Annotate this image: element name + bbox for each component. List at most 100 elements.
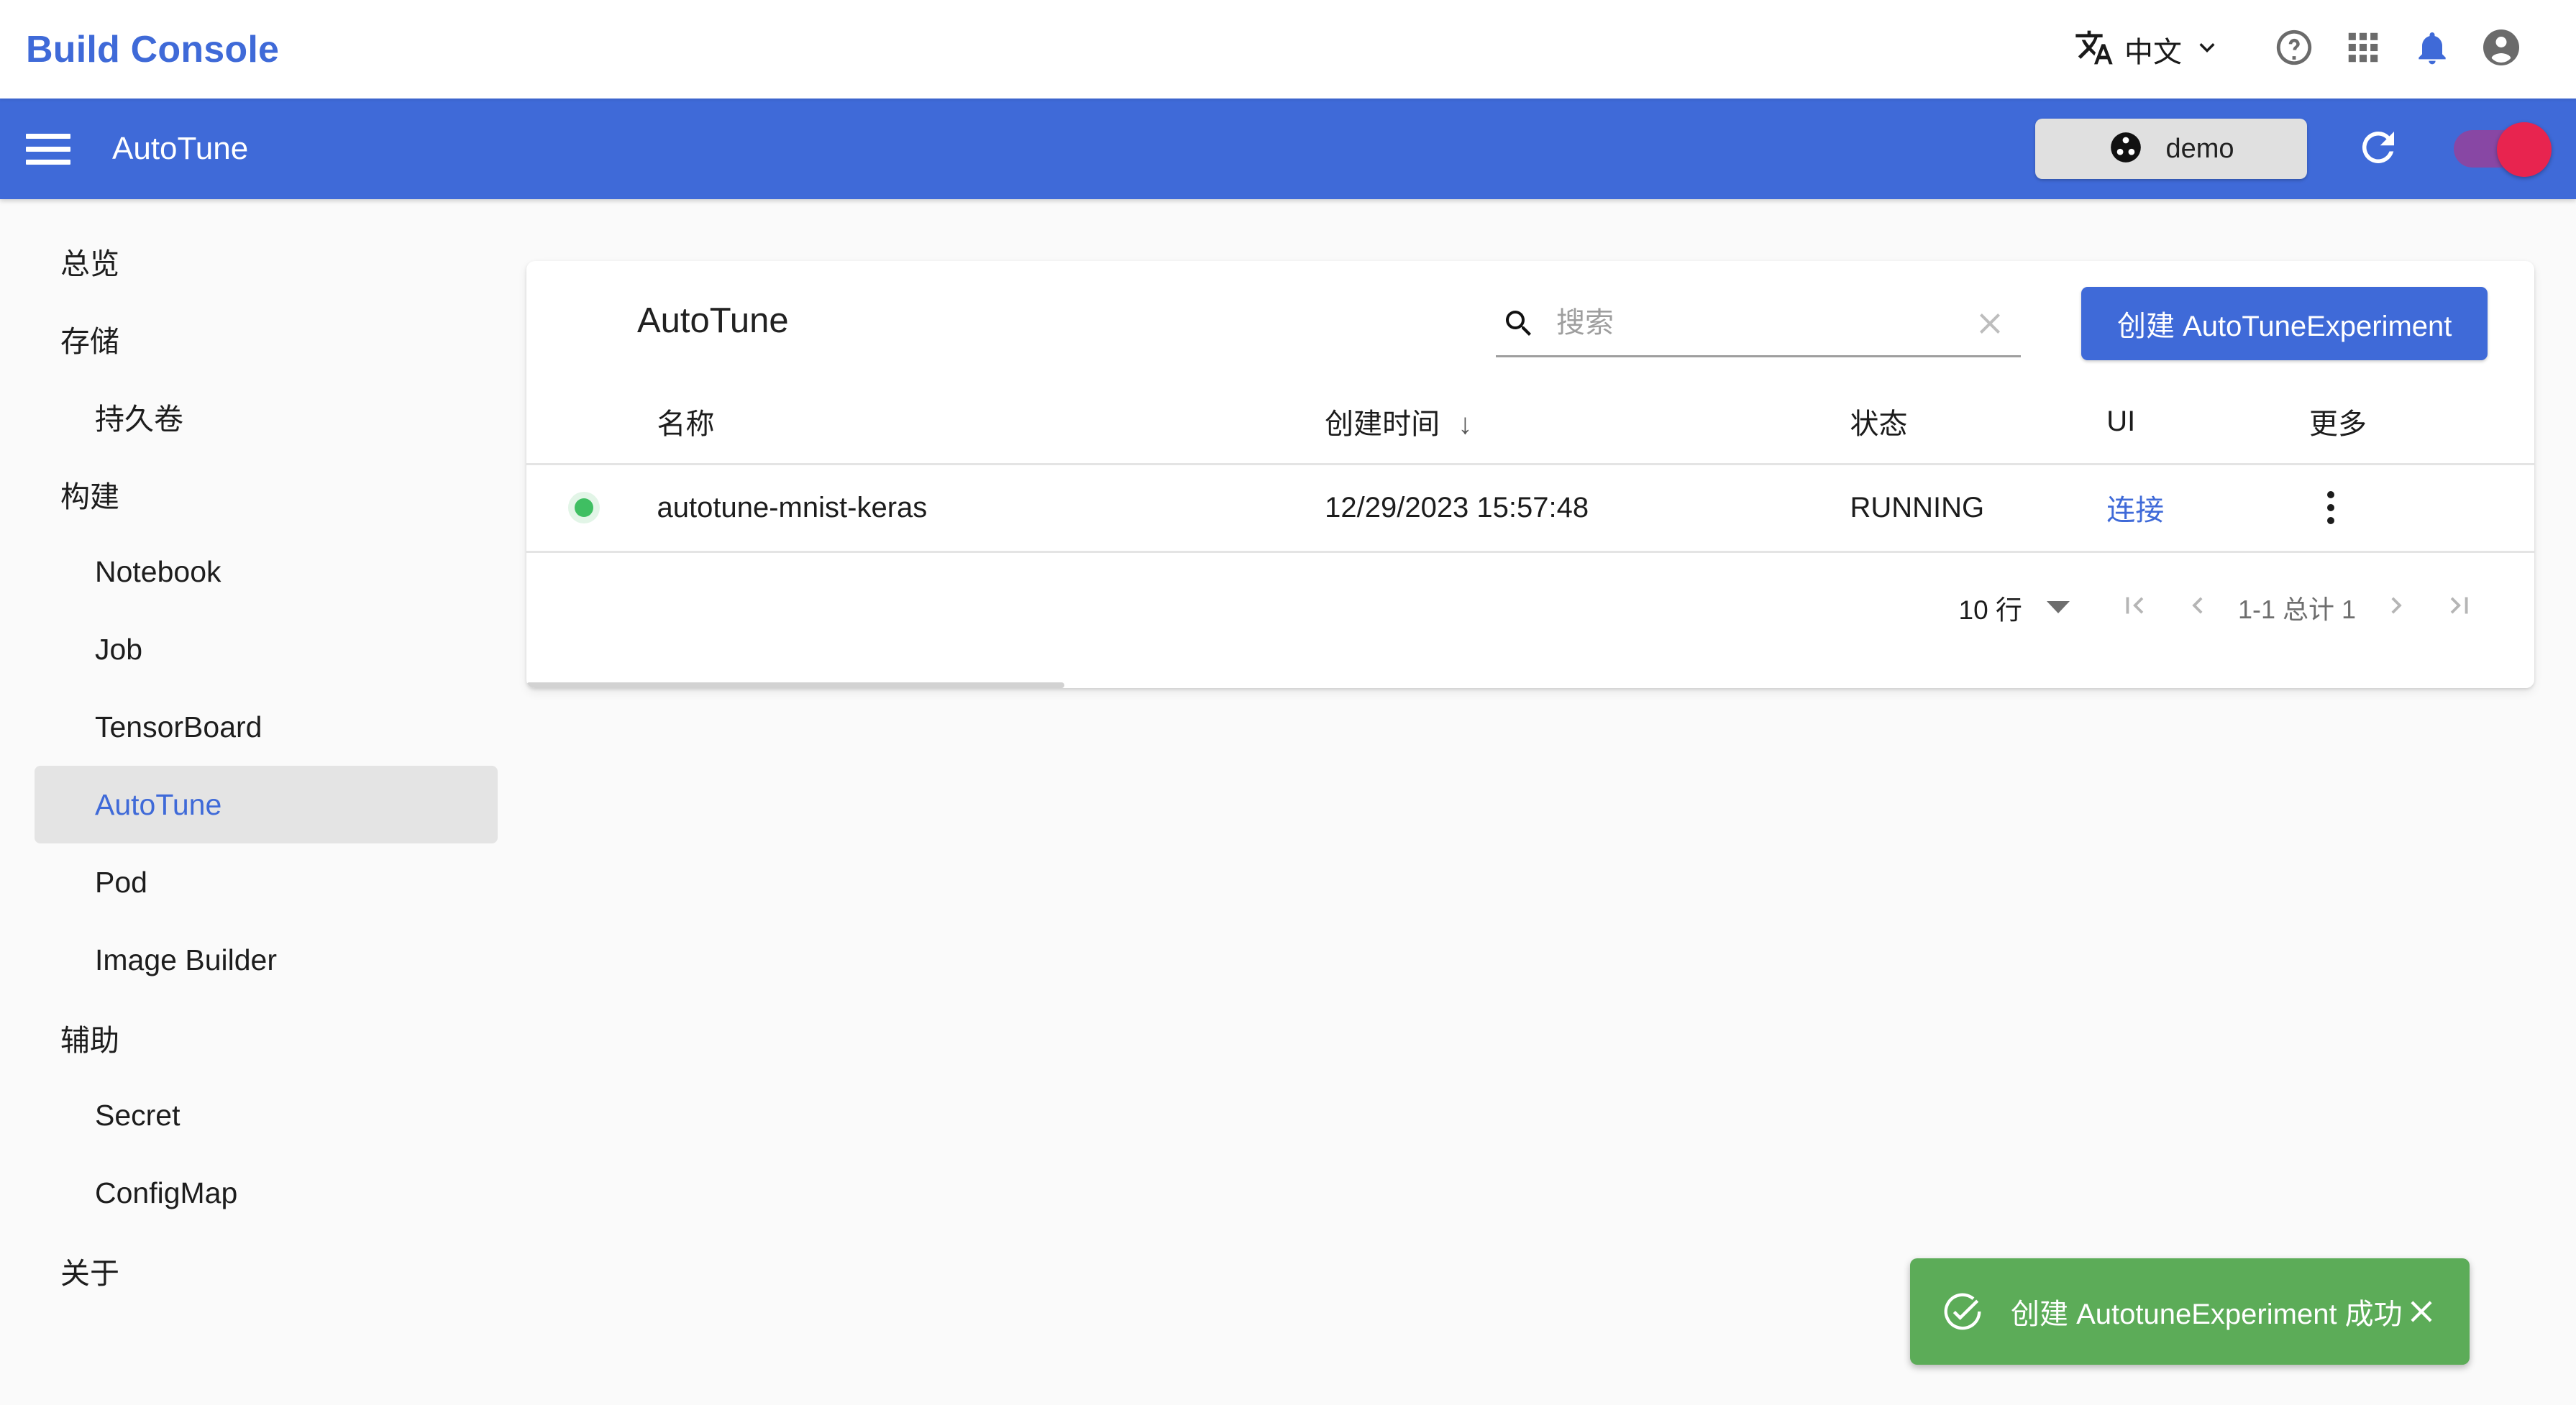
more-dot [2326,517,2334,524]
row-created: 12/29/2023 15:57:48 [1325,464,1850,553]
column-header-state[interactable]: 状态 [1850,380,2107,465]
row-state: RUNNING [1850,464,2107,553]
column-header-created[interactable]: 创建时间 ↓ [1325,380,1850,465]
status-healthy-icon [568,492,600,523]
sidebar-item-持久卷[interactable]: 持久卷 [0,377,526,455]
refresh-button[interactable] [2347,118,2409,180]
sidebar-item-关于[interactable]: 关于 [0,1232,526,1309]
sidebar-item-总览[interactable]: 总览 [0,222,526,300]
more-vert-icon[interactable] [2309,491,2352,524]
header-actions: 中文 [2074,15,2536,84]
sidebar-item-job[interactable]: Job [0,610,526,688]
language-selector[interactable]: 中文 [2074,27,2222,71]
translate-icon [2074,27,2114,71]
connect-link[interactable]: 连接 [2106,495,2164,526]
bell-icon [2412,27,2452,71]
help-button[interactable] [2260,15,2329,84]
sidebar-item-label: 总览 [60,247,119,280]
check-circle-icon [1940,1289,1985,1334]
sidebar-item-autotune[interactable]: AutoTune [35,766,498,843]
sidebar-item-label: 辅助 [60,1024,119,1057]
column-header-more: 更多 [2308,380,2534,465]
namespace-icon [2108,129,2144,169]
card-header: AutoTune 创建 AutoTuneExperiment [526,261,2534,380]
chevron-left-icon [2181,589,2214,626]
hamburger-bar [26,146,70,152]
first-page-button[interactable] [2103,576,2166,639]
chevron-right-icon [2380,589,2413,626]
close-icon[interactable] [1968,301,2012,346]
help-circle-icon [2273,27,2315,72]
table-paginator: 10 行 1-1 总计 1 [526,553,2534,662]
sidebar-item-image-builder[interactable]: Image Builder [0,921,526,999]
table-body: autotune-mnist-keras 12/29/2023 15:57:48… [526,464,2534,553]
sidebar-item-label: 存储 [60,325,119,358]
more-dot [2326,491,2334,498]
prev-page-button[interactable] [2166,576,2229,639]
notifications-button[interactable] [2398,15,2467,84]
sidebar-item-label: Pod [95,865,147,899]
sidebar-nav: 总览存储持久卷构建 Notebook Job TensorBoard AutoTune P… [0,199,526,1405]
language-label: 中文 [2124,36,2182,68]
theme-toggle[interactable] [2454,122,2552,177]
table-head: 名称 创建时间 ↓ 状态 UI 更多 [526,380,2534,465]
success-toast: 创建 AutotuneExperiment 成功 [1910,1258,2470,1365]
row-more-actions[interactable] [2308,464,2534,553]
account-circle-icon [2480,26,2523,73]
column-header-name[interactable]: 名称 [657,380,1325,465]
sidebar-item-pod[interactable]: Pod [0,843,526,921]
sidebar-item-label: 持久卷 [95,403,183,436]
sidebar-item-secret[interactable]: Secret [0,1076,526,1154]
search-input[interactable] [1556,307,1968,339]
sidebar-item-notebook[interactable]: Notebook [0,533,526,610]
sidebar-item-label: Job [95,632,143,666]
column-header-created-label: 创建时间 [1325,408,1440,441]
sidebar-item-存储[interactable]: 存储 [0,300,526,377]
hamburger-bar [26,133,70,139]
table-row[interactable]: autotune-mnist-keras 12/29/2023 15:57:48… [526,464,2534,553]
card-title: AutoTune [637,301,789,340]
app-header: Build Console 中文 [0,0,2576,99]
column-header-ui: UI [2106,380,2309,465]
hamburger-bar [26,159,70,165]
sidebar-item-tensorboard[interactable]: TensorBoard [0,688,526,766]
create-autotune-experiment-button[interactable]: 创建 AutoTuneExperiment [2081,287,2488,360]
search-field[interactable] [1496,291,2021,357]
row-name[interactable]: autotune-mnist-keras [657,464,1325,553]
chevron-down-icon[interactable] [2192,32,2222,66]
apps-button[interactable] [2329,15,2398,84]
sidebar-item-label: Notebook [95,554,221,588]
first-page-icon [2118,589,2151,626]
column-header-status-dot [526,380,657,465]
next-page-button[interactable] [2365,576,2428,639]
last-page-button[interactable] [2428,576,2491,639]
scrollbar-thumb[interactable] [526,682,1064,688]
sidebar-item-label: Image Builder [95,943,277,976]
close-icon[interactable] [2403,1291,2441,1332]
namespace-selector[interactable]: demo [2035,119,2307,179]
sidebar-item-label: Secret [95,1098,181,1132]
sidebar-item-label: AutoTune [95,787,222,821]
sidebar-item-configmap[interactable]: ConfigMap [0,1154,526,1232]
sidebar-item-构建[interactable]: 构建 [0,455,526,533]
page-range-label: 1-1 总计 1 [2237,594,2356,624]
row-ui-connect-link[interactable]: 连接 [2106,464,2309,553]
rows-per-page-label[interactable]: 10 行 [1959,588,2022,627]
refresh-icon [2355,124,2402,175]
rows-per-page-caret-icon[interactable] [2046,601,2070,613]
sidebar-item-label: ConfigMap [95,1176,238,1209]
toolbar-title: AutoTune [112,131,249,166]
app-toolbar: AutoTune demo [0,99,2576,199]
table-header-row: 名称 创建时间 ↓ 状态 UI 更多 [526,380,2534,465]
sidebar-item-辅助[interactable]: 辅助 [0,999,526,1076]
hamburger-menu-icon[interactable] [26,123,78,175]
status-dot [575,498,593,517]
row-status-indicator [526,464,657,553]
sidebar-item-label: 关于 [60,1257,119,1290]
horizontal-scrollbar[interactable] [526,681,2534,688]
namespace-label: demo [2165,133,2234,164]
sort-desc-arrow-icon: ↓ [1458,408,1473,441]
autotune-card: AutoTune 创建 AutoTuneExperiment 名称 创建时间 [526,261,2534,688]
account-button[interactable] [2467,15,2536,84]
autotune-table: 名称 创建时间 ↓ 状态 UI 更多 autotune-mnist-keras … [526,380,2534,553]
